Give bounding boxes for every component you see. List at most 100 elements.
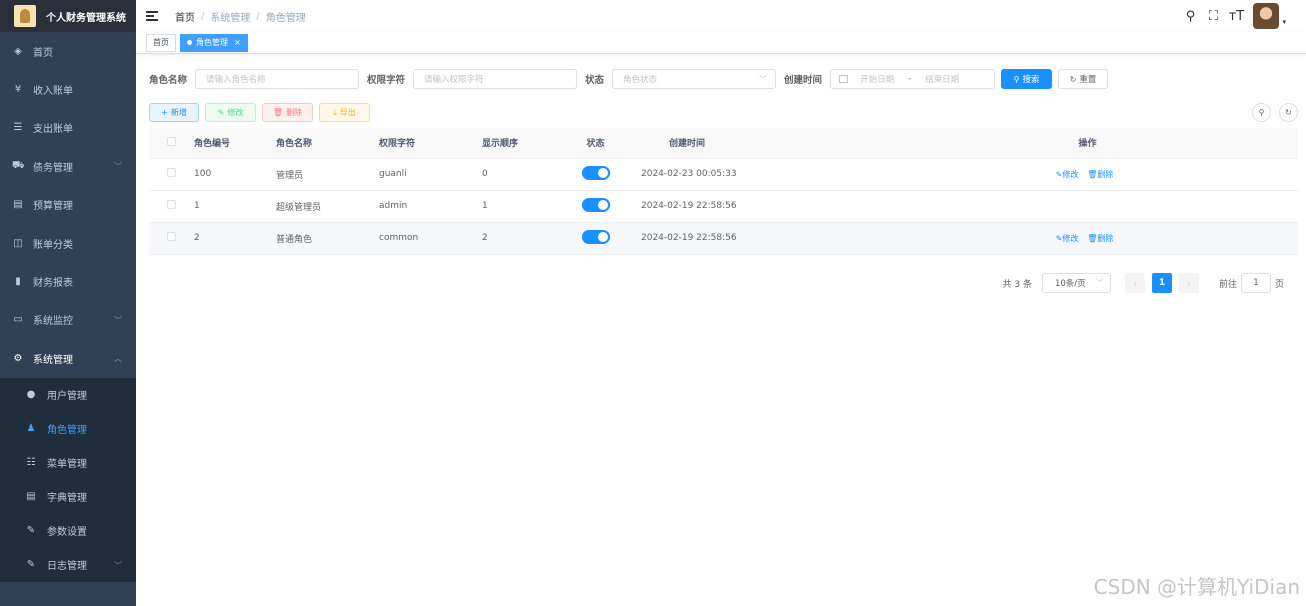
start-date-input[interactable]: 开始日期 bbox=[860, 73, 894, 85]
tag-roles[interactable]: 角色管理 × bbox=[180, 33, 248, 52]
sidebar-item-report[interactable]: ▮ 财务报表 bbox=[0, 262, 136, 300]
role-key: common bbox=[379, 222, 482, 255]
pagination: 共 3 条 10条/页 ﹀ ‹ 1 › 前往 1 页 bbox=[1003, 273, 1284, 293]
status-toggle[interactable] bbox=[581, 229, 610, 244]
sidebar-item-roles[interactable]: ♟ 角色管理 bbox=[0, 412, 136, 446]
edit-icon: ✎ bbox=[217, 108, 225, 117]
search-button[interactable]: ⚲ 搜索 bbox=[1001, 69, 1053, 89]
perm-input[interactable]: 请输入权限字符 bbox=[413, 69, 578, 89]
sidebar-item-menus[interactable]: ☷ 菜单管理 bbox=[0, 446, 136, 480]
role-key: guanli bbox=[379, 158, 482, 191]
breadcrumb-current: 角色管理 bbox=[265, 12, 306, 24]
sidebar-item-debt[interactable]: ⛟ 债务管理 ﹀ bbox=[0, 147, 136, 185]
fullscreen-icon[interactable]: ⛶ bbox=[1206, 9, 1220, 24]
sidebar-item-label: 债务管理 bbox=[33, 162, 73, 174]
tree-table-icon: ☷ bbox=[26, 457, 36, 469]
actions-cell bbox=[877, 190, 1298, 223]
sidebar-item-users[interactable]: ● 用户管理 bbox=[0, 378, 136, 412]
sidebar-item-budget[interactable]: ▤ 预算管理 bbox=[0, 186, 136, 224]
role-sort: 0 bbox=[482, 158, 564, 191]
row-checkbox[interactable] bbox=[167, 200, 176, 209]
logo-icon bbox=[14, 5, 36, 27]
role-name: 管理员 bbox=[276, 158, 379, 191]
tag-home[interactable]: 首页 bbox=[146, 33, 176, 52]
next-page-button[interactable]: › bbox=[1178, 273, 1199, 293]
status-toggle[interactable] bbox=[581, 165, 610, 180]
gear-icon: ⚙ bbox=[13, 352, 23, 364]
nav-right: ⚲ ⛶ тT ▾ bbox=[1174, 0, 1286, 32]
hamburger-icon[interactable] bbox=[146, 11, 158, 21]
search-icon[interactable]: ⚲ bbox=[1183, 9, 1197, 24]
log-icon: ✎ bbox=[26, 559, 36, 571]
goto-page-input[interactable]: 1 bbox=[1240, 273, 1271, 293]
prev-page-button[interactable]: ‹ bbox=[1124, 273, 1145, 293]
brand[interactable]: 个人财务管理系统 bbox=[0, 0, 136, 32]
sidebar-item-home[interactable]: ◈ 首页 bbox=[0, 32, 136, 70]
sidebar-item-system[interactable]: ⚙ 系统管理 ︿ bbox=[0, 339, 136, 377]
status-select[interactable]: 角色状态 ﹀ bbox=[612, 69, 777, 89]
column-header: 操作 bbox=[877, 128, 1298, 159]
row-select-cell bbox=[149, 158, 194, 191]
sidebar-item-label: 首页 bbox=[33, 47, 53, 59]
search-icon: ⚲ bbox=[1258, 108, 1265, 117]
date-range-picker[interactable]: 开始日期 - 结束日期 bbox=[830, 69, 996, 89]
row-checkbox[interactable] bbox=[167, 232, 176, 241]
calendar-icon bbox=[839, 75, 849, 83]
font-size-icon[interactable]: тT bbox=[1229, 9, 1245, 24]
actions-cell: ✎修改 🗑删除 bbox=[877, 158, 1298, 191]
book-icon: ◫ bbox=[13, 237, 23, 249]
table-header: 角色编号 角色名称 权限字符 显示顺序 状态 创建时间 操作 bbox=[149, 128, 1298, 159]
created-time: 2024-02-19 22:58:56 bbox=[627, 222, 877, 255]
reset-button[interactable]: ↻ 重置 bbox=[1058, 69, 1109, 89]
page-size-select[interactable]: 10条/页 ﹀ bbox=[1041, 273, 1111, 293]
close-icon[interactable]: × bbox=[234, 38, 241, 47]
table-row[interactable]: 100 管理员 guanli 0 2024-02-23 00:05:33 ✎修改… bbox=[149, 158, 1298, 191]
search-form: 角色名称 请输入角色名称 权限字符 请输入权限字符 状态 角色状态 ﹀ 创建时间… bbox=[149, 69, 1109, 89]
toggle-search-button[interactable]: ⚲ bbox=[1252, 103, 1271, 122]
delete-button-label: 删除 bbox=[286, 108, 303, 117]
page-number-button[interactable]: 1 bbox=[1151, 273, 1172, 293]
row-edit-link[interactable]: ✎修改 bbox=[1056, 234, 1079, 243]
sidebar-item-category[interactable]: ◫ 账单分类 bbox=[0, 224, 136, 262]
sidebar-item-monitor[interactable]: ▭ 系统监控 ﹀ bbox=[0, 301, 136, 339]
breadcrumb-home[interactable]: 首页 bbox=[175, 9, 195, 24]
sidebar-item-dict[interactable]: ▤ 字典管理 bbox=[0, 480, 136, 514]
add-button-label: 新增 bbox=[170, 108, 187, 117]
tags-view: 首页 角色管理 × bbox=[136, 32, 1306, 54]
row-delete-link[interactable]: 🗑删除 bbox=[1087, 170, 1113, 179]
role-name: 普通角色 bbox=[276, 222, 379, 255]
bar-chart-icon: ▮ bbox=[15, 276, 21, 288]
row-select-cell bbox=[149, 190, 194, 223]
sidebar-item-label: 字典管理 bbox=[47, 493, 87, 505]
search-icon: ⚲ bbox=[1013, 74, 1020, 84]
avatar[interactable] bbox=[1253, 3, 1280, 29]
page-unit-label: 页 bbox=[1274, 279, 1284, 290]
user-icon: ● bbox=[26, 389, 36, 401]
column-header: 角色编号 bbox=[194, 128, 276, 159]
role-sort: 1 bbox=[482, 190, 564, 223]
delete-button[interactable]: 🗑 删除 bbox=[262, 103, 313, 122]
reset-button-label: 重置 bbox=[1079, 75, 1097, 85]
sidebar-item-income[interactable]: ¥ 收入账单 bbox=[0, 70, 136, 108]
select-all-checkbox[interactable] bbox=[167, 136, 176, 146]
caret-down-icon[interactable]: ▾ bbox=[1282, 18, 1286, 26]
end-date-input[interactable]: 结束日期 bbox=[925, 73, 959, 85]
table-row[interactable]: 2 普通角色 common 2 2024-02-19 22:58:56 ✎修改 … bbox=[149, 222, 1298, 255]
sidebar-item-expense[interactable]: ☰ 支出账单 bbox=[0, 109, 136, 147]
row-checkbox[interactable] bbox=[167, 168, 176, 177]
row-select-cell bbox=[149, 222, 194, 255]
table-row[interactable]: 1 超级管理员 admin 1 2024-02-19 22:58:56 bbox=[149, 190, 1298, 223]
status-label: 状态 bbox=[585, 75, 605, 86]
sidebar-item-logs[interactable]: ✎ 日志管理 ﹀ bbox=[0, 548, 136, 582]
role-name-input[interactable]: 请输入角色名称 bbox=[195, 69, 360, 89]
export-button[interactable]: ⤓ 导出 bbox=[319, 103, 370, 122]
refresh-button[interactable]: ↻ bbox=[1279, 103, 1298, 122]
row-delete-link[interactable]: 🗑删除 bbox=[1087, 234, 1113, 243]
add-button[interactable]: + 新增 bbox=[149, 103, 199, 122]
sidebar-item-config[interactable]: ✎ 参数设置 bbox=[0, 514, 136, 548]
toolbar: + 新增 ✎ 修改 🗑 删除 ⤓ 导出 bbox=[149, 103, 376, 122]
role-id: 1 bbox=[194, 190, 276, 223]
row-edit-link[interactable]: ✎修改 bbox=[1056, 170, 1079, 179]
edit-button[interactable]: ✎ 修改 bbox=[205, 103, 256, 122]
status-toggle[interactable] bbox=[581, 197, 610, 212]
